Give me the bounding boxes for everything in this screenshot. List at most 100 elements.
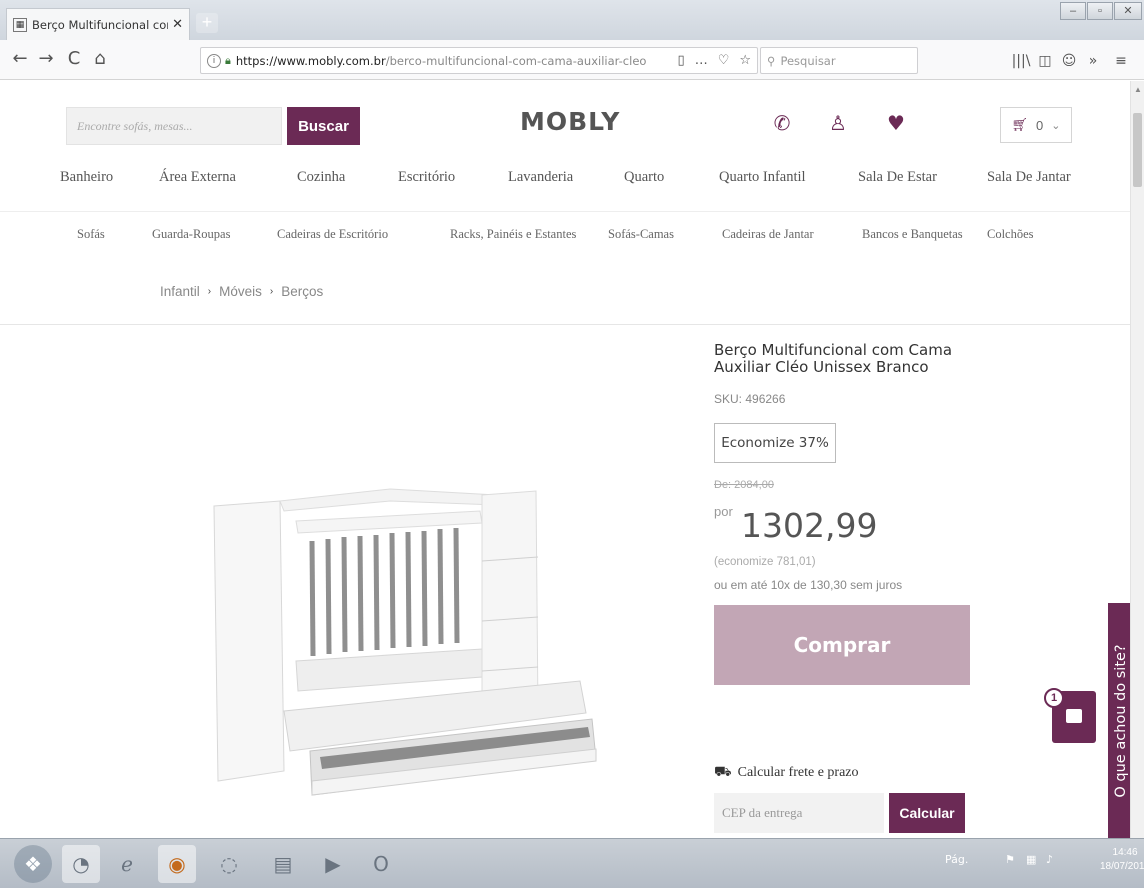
overflow-icon[interactable]: » — [1082, 50, 1104, 72]
feedback-label: O que achou do site? — [1113, 643, 1129, 798]
old-price: De: 2084,00 — [714, 479, 774, 491]
cep-input[interactable]: CEP da entrega — [714, 793, 884, 833]
new-tab-button[interactable]: + — [196, 13, 218, 33]
breadcrumb-separator-icon: › — [207, 286, 212, 297]
account-icon[interactable]: ☺ — [1058, 50, 1080, 72]
bookmark-star-icon[interactable]: ☆ — [739, 53, 751, 68]
home-icon[interactable]: ⌂ — [88, 48, 112, 72]
taskbar-app-browser[interactable]: ◌ — [210, 845, 248, 883]
category-quarto[interactable]: Quarto — [624, 169, 664, 186]
price-prefix: por — [714, 504, 733, 519]
taskbar-app-firefox[interactable]: ◉ — [158, 845, 196, 883]
cart-button[interactable]: 🛒︎ 0 ⌄ — [1000, 107, 1072, 143]
browser-navbar: ← → C ⌂ i 🔒︎ https://www.mobly.com.br/be… — [0, 40, 1144, 80]
feedback-tab[interactable]: O que achou do site? — [1108, 603, 1130, 838]
url-text[interactable]: https://www.mobly.com.br/berco-multifunc… — [236, 54, 668, 68]
savings-text: (economize 781,01) — [714, 556, 816, 568]
info-icon[interactable]: i — [207, 53, 221, 68]
chevron-down-icon: ⌄ — [1051, 119, 1061, 132]
nav-divider — [0, 211, 1130, 212]
category-escritorio[interactable]: Escritório — [398, 169, 455, 186]
cep-placeholder: CEP da entrega — [722, 805, 803, 820]
breadcrumb-item-moveis[interactable]: Móveis — [219, 284, 262, 299]
search-icon: ⚲ — [767, 53, 776, 68]
library-icon[interactable]: |||\ — [1010, 50, 1032, 72]
subcategory-cadeiras-jantar[interactable]: Cadeiras de Jantar — [722, 227, 814, 242]
minimize-button[interactable]: – — [1060, 2, 1086, 20]
tray-flag-icon[interactable]: ⚑ — [1005, 853, 1015, 866]
subcategory-colchoes[interactable]: Colchões — [987, 227, 1034, 242]
taskbar-app-chrome[interactable]: ◔ — [62, 845, 100, 883]
os-taskbar: ❖ ◔ ℯ ◉ ◌ ▤ ▶ O Pág. ⚑ ▦ ♪ 14:46 18/07/2… — [0, 838, 1144, 888]
shipping-calc-text: Calcular frete e prazo — [737, 765, 859, 780]
web-page: Encontre sofás, mesas... Buscar MOBLY ✆ … — [0, 81, 1130, 838]
product-image[interactable] — [200, 481, 620, 821]
category-lavanderia[interactable]: Lavanderia — [508, 169, 573, 186]
reload-icon[interactable]: C — [62, 48, 86, 72]
subcategory-cadeiras-escritorio[interactable]: Cadeiras de Escritório — [277, 227, 388, 242]
reader-view-icon[interactable]: ▯ — [678, 53, 685, 68]
taskbar-app-opera[interactable]: O — [362, 845, 400, 883]
category-cozinha[interactable]: Cozinha — [297, 169, 345, 186]
breadcrumb-item-infantil[interactable]: Infantil — [160, 284, 200, 299]
category-banheiro[interactable]: Banheiro — [60, 169, 113, 186]
taskbar-app-media[interactable]: ▶ — [314, 845, 352, 883]
category-quarto-infantil[interactable]: Quarto Infantil — [719, 169, 806, 186]
subcategory-racks[interactable]: Racks, Painéis e Estantes — [450, 227, 576, 242]
breadcrumb-item-bercos[interactable]: Berços — [281, 284, 323, 299]
sidebar-icon[interactable]: ◫ — [1034, 50, 1056, 72]
page-actions-icon[interactable]: … — [695, 53, 708, 68]
cart-icon: 🛒︎ — [1011, 117, 1029, 132]
menu-icon[interactable]: ≡ — [1110, 50, 1132, 72]
maximize-button[interactable]: ▫ — [1087, 2, 1113, 20]
favicon-icon: ▦ — [13, 17, 27, 32]
discount-badge: Economize 37% — [714, 423, 836, 463]
start-button[interactable]: ❖ — [14, 845, 52, 883]
category-sala-de-jantar[interactable]: Sala De Jantar — [987, 169, 1071, 186]
pocket-icon[interactable]: ♡ — [718, 53, 730, 68]
scroll-up-icon[interactable]: ▲ — [1133, 85, 1143, 94]
lock-icon[interactable]: 🔒︎ — [225, 54, 231, 68]
buy-button[interactable]: Comprar — [714, 605, 970, 685]
browser-search-field[interactable]: ⚲ Pesquisar — [760, 47, 918, 74]
site-search-input[interactable]: Encontre sofás, mesas... — [66, 107, 282, 145]
taskbar-app-ie[interactable]: ℯ — [108, 845, 146, 883]
taskbar-clock[interactable]: 14:46 18/07/2019 — [1100, 846, 1144, 874]
subcategory-sofas-camas[interactable]: Sofás-Camas — [608, 227, 674, 242]
product-price: 1302,99 — [741, 506, 878, 545]
tray-label[interactable]: Pág. — [945, 853, 968, 866]
window-close-button[interactable]: ✕ — [1114, 2, 1142, 20]
tray-volume-icon[interactable]: ♪ — [1046, 853, 1053, 866]
forward-icon[interactable]: → — [34, 48, 58, 72]
phone-icon[interactable]: ✆ — [770, 111, 794, 135]
cart-count: 0 — [1036, 117, 1044, 133]
installments-text: ou em até 10x de 130,30 sem juros — [714, 578, 903, 592]
subcategory-bancos[interactable]: Bancos e Banquetas — [862, 227, 963, 242]
clock-time: 14:46 — [1112, 847, 1138, 858]
back-icon[interactable]: ← — [8, 48, 32, 72]
url-bar[interactable]: i 🔒︎ https://www.mobly.com.br/berco-mult… — [200, 47, 758, 74]
browser-search-placeholder: Pesquisar — [780, 53, 836, 68]
truck-icon: ⛟ — [714, 765, 732, 780]
tab-close-icon[interactable]: ✕ — [172, 17, 183, 32]
shipping-calc-label: ⛟ Calcular frete e prazo — [714, 764, 859, 782]
subcategory-sofas[interactable]: Sofás — [77, 227, 105, 242]
browser-tab[interactable]: ▦ Berço Multifuncional com Cam ✕ — [6, 8, 190, 40]
heart-icon[interactable]: ♥ — [884, 111, 908, 135]
product-title: Berço Multifuncional com Cama Auxiliar C… — [714, 341, 953, 376]
taskbar-app-explorer[interactable]: ▤ — [264, 845, 302, 883]
search-button[interactable]: Buscar — [287, 107, 360, 145]
scrollbar-thumb[interactable] — [1133, 113, 1142, 187]
calculate-shipping-button[interactable]: Calcular — [889, 793, 965, 833]
category-area-externa[interactable]: Área Externa — [159, 169, 236, 186]
subcategory-guarda-roupas[interactable]: Guarda-Roupas — [152, 227, 230, 242]
tray-network-icon[interactable]: ▦ — [1026, 853, 1036, 866]
browser-titlebar: ▦ Berço Multifuncional com Cam ✕ + – ▫ ✕ — [0, 0, 1144, 40]
mobly-logo[interactable]: MOBLY — [520, 107, 620, 136]
section-divider — [0, 324, 1130, 325]
page-scrollbar[interactable]: ▲ — [1130, 81, 1144, 838]
user-icon[interactable]: ♙ — [826, 111, 850, 135]
category-sala-de-estar[interactable]: Sala De Estar — [858, 169, 937, 186]
chat-icon — [1066, 709, 1082, 723]
category-nav: Banheiro Área Externa Cozinha Escritório… — [0, 169, 1130, 199]
